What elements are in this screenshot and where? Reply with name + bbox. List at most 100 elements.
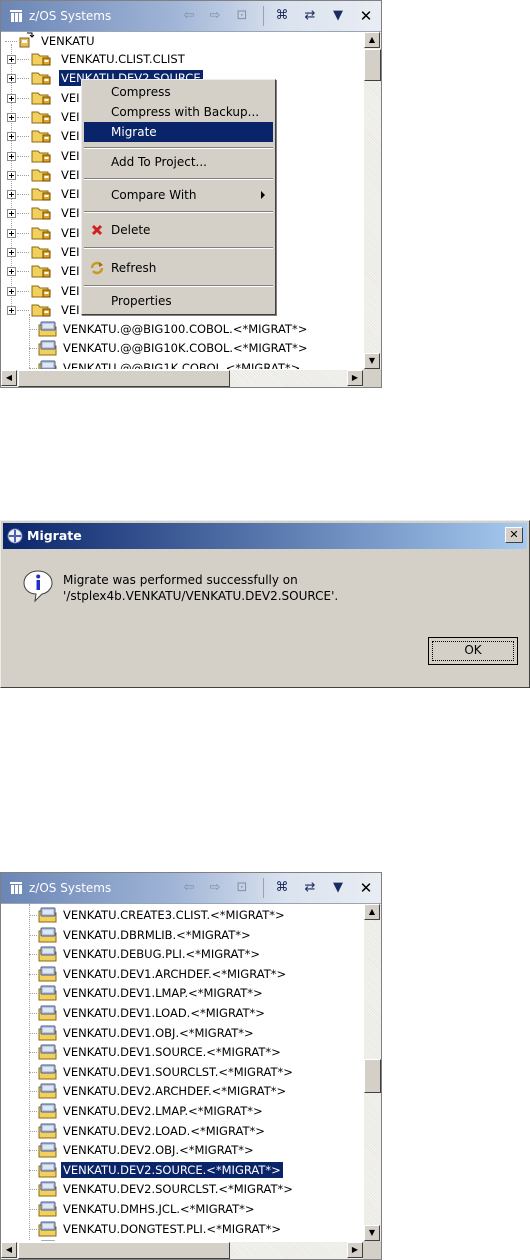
tree-item-migrated-dataset[interactable]: VENKATU.CREATE3.CLIST.<*MIGRAT*> bbox=[1, 906, 361, 924]
dataset-folder-icon bbox=[31, 150, 51, 163]
menu-item-label: Delete bbox=[111, 223, 151, 237]
tree-item-migrated-dataset[interactable]: VENKATU.DEV2.LOAD.<*MIGRAT*> bbox=[1, 1122, 361, 1140]
view-menu-chevron-down-icon[interactable]: ▼ bbox=[330, 880, 346, 896]
menu-item-compare-with[interactable]: Compare With bbox=[84, 185, 273, 205]
tree-connector bbox=[17, 98, 29, 99]
back-arrow-icon[interactable]: ⇦ bbox=[181, 8, 197, 24]
expand-plus-icon[interactable] bbox=[7, 267, 16, 276]
back-arrow-icon[interactable]: ⇦ bbox=[181, 880, 197, 896]
tree-item-migrated-dataset[interactable]: VENKATU.DMHS.JCL.<*MIGRAT*> bbox=[1, 1200, 361, 1218]
tree-item-migrated-dataset[interactable]: VENKATU.DEV1.OBJ.<*MIGRAT*> bbox=[1, 1024, 361, 1042]
tree-connector bbox=[17, 194, 29, 195]
tree-item-migrated-dataset[interactable]: VENKATU.DEV1.LMAP.<*MIGRAT*> bbox=[1, 984, 361, 1002]
tree-item-label: VENKATU.DEV1.LOAD.<*MIGRAT*> bbox=[63, 1006, 265, 1020]
view-menu-chevron-down-icon[interactable]: ▼ bbox=[330, 8, 346, 24]
forward-arrow-icon[interactable]: ⇨ bbox=[207, 8, 223, 24]
dataset-folder-icon bbox=[31, 207, 51, 220]
tree-item-migrated-dataset[interactable]: VENKATU.DW.ASSEMBLE.<*MIGRAT*> bbox=[1, 1239, 361, 1241]
expand-plus-icon[interactable] bbox=[7, 55, 16, 64]
tree-item-migrated-dataset[interactable]: VENKATU.DEV1.ARCHDEF.<*MIGRAT*> bbox=[1, 965, 361, 983]
forward-arrow-icon[interactable]: ⇨ bbox=[207, 880, 223, 896]
tree-item-label: VENKATU.DEV1.ARCHDEF.<*MIGRAT*> bbox=[63, 967, 287, 981]
tree-item-migrated-dataset[interactable]: VENKATU.DEV1.SOURCLST.<*MIGRAT*> bbox=[1, 1063, 361, 1081]
tree-item-migrated-dataset[interactable]: VENKATU.DEV1.SOURCE.<*MIGRAT*> bbox=[1, 1043, 361, 1061]
close-icon[interactable]: ✕ bbox=[358, 880, 374, 896]
horizontal-scrollbar[interactable]: ◀ ▶ bbox=[1, 370, 363, 387]
tree-item-migrated-dataset[interactable]: VENKATU.DEV2.SOURCE.<*MIGRAT*> bbox=[1, 1161, 361, 1179]
expand-plus-icon[interactable] bbox=[7, 248, 16, 257]
menu-item-compress[interactable]: Compress bbox=[84, 82, 273, 102]
menu-item-properties[interactable]: Properties bbox=[84, 291, 273, 311]
collapse-all-icon[interactable]: ⌘ bbox=[274, 880, 290, 896]
tree-root-row[interactable]: VENKATU bbox=[1, 32, 361, 50]
tree-item-migrated-dataset[interactable]: VENKATU.DEV2.ARCHDEF.<*MIGRAT*> bbox=[1, 1082, 361, 1100]
close-icon[interactable]: ✕ bbox=[358, 8, 374, 24]
scroll-down-button[interactable]: ▼ bbox=[364, 353, 380, 369]
scroll-down-button[interactable]: ▼ bbox=[364, 1225, 380, 1241]
expand-plus-icon[interactable] bbox=[7, 113, 16, 122]
go-up-icon[interactable]: ⊡ bbox=[234, 8, 250, 24]
tree-item-label: VEI bbox=[61, 149, 80, 163]
migrated-dataset-icon bbox=[38, 1064, 57, 1080]
tree-item-migrated-dataset[interactable]: VENKATU.DEBUG.PLI.<*MIGRAT*> bbox=[1, 945, 361, 963]
menu-item-delete[interactable]: Delete bbox=[84, 220, 273, 240]
scroll-up-button[interactable]: ▲ bbox=[364, 904, 380, 920]
expand-plus-icon[interactable] bbox=[7, 132, 16, 141]
menu-item-add-to-project[interactable]: Add To Project... bbox=[84, 152, 273, 172]
tree-item-label: VENKATU.@@BIG1K.COBOL.<*MIGRAT*> bbox=[63, 361, 301, 369]
tree-item-migrated-dataset[interactable]: VENKATU.DEV1.LOAD.<*MIGRAT*> bbox=[1, 1004, 361, 1022]
scroll-right-button[interactable]: ▶ bbox=[347, 370, 363, 386]
tree-connector bbox=[17, 271, 29, 272]
vertical-scrollbar[interactable]: ▲ ▼ bbox=[364, 32, 381, 369]
tree-item-dataset[interactable]: VENKATU.CLIST.CLIST bbox=[1, 50, 361, 68]
collapse-all-icon[interactable]: ⌘ bbox=[274, 8, 290, 24]
tree-item-migrated-dataset[interactable]: VENKATU.@@BIG10K.COBOL.<*MIGRAT*> bbox=[1, 339, 361, 357]
dataset-folder-icon bbox=[31, 169, 51, 182]
scroll-thumb-horizontal[interactable] bbox=[18, 370, 230, 387]
expand-plus-icon[interactable] bbox=[7, 229, 16, 238]
zos-systems-view-before: z/OS Systems ⇦ ⇨ ⊡ ⌘ ⇄ ▼ ✕ VENKATU VENKA… bbox=[0, 0, 382, 388]
tree-item-migrated-dataset[interactable]: VENKATU.DEV2.LMAP.<*MIGRAT*> bbox=[1, 1102, 361, 1120]
link-with-editor-icon[interactable]: ⇄ bbox=[302, 880, 318, 896]
scroll-right-button[interactable]: ▶ bbox=[347, 1242, 363, 1258]
scroll-thumb-horizontal[interactable] bbox=[18, 1242, 230, 1259]
scroll-up-button[interactable]: ▲ bbox=[364, 32, 380, 48]
expand-plus-icon[interactable] bbox=[7, 190, 16, 199]
dialog-close-button[interactable]: ✕ bbox=[505, 527, 523, 543]
menu-item-refresh[interactable]: Refresh bbox=[84, 258, 273, 278]
scroll-left-button[interactable]: ◀ bbox=[1, 1242, 17, 1258]
tree-item-migrated-dataset[interactable]: VENKATU.DEV2.OBJ.<*MIGRAT*> bbox=[1, 1141, 361, 1159]
link-with-editor-icon[interactable]: ⇄ bbox=[302, 8, 318, 24]
tree-item-label: VENKATU.DEV1.OBJ.<*MIGRAT*> bbox=[63, 1026, 254, 1040]
expand-plus-icon[interactable] bbox=[7, 74, 16, 83]
go-up-icon[interactable]: ⊡ bbox=[234, 880, 250, 896]
expand-plus-icon[interactable] bbox=[7, 152, 16, 161]
expand-plus-icon[interactable] bbox=[7, 306, 16, 315]
tree-item-migrated-dataset[interactable]: VENKATU.DBRMLIB.<*MIGRAT*> bbox=[1, 926, 361, 944]
focus-rectangle bbox=[432, 641, 514, 661]
tree-connector bbox=[29, 1072, 37, 1073]
scroll-thumb[interactable] bbox=[364, 49, 381, 81]
migrated-dataset-icon bbox=[38, 321, 57, 337]
menu-item-compress-with-backup[interactable]: Compress with Backup... bbox=[84, 102, 273, 122]
scroll-thumb[interactable] bbox=[364, 1059, 381, 1093]
tree-item-label: VEI bbox=[61, 226, 80, 240]
menu-item-migrate[interactable]: Migrate bbox=[84, 122, 273, 142]
tree-item-label: VENKATU.@@BIG100.COBOL.<*MIGRAT*> bbox=[63, 322, 308, 336]
migrated-dataset-icon bbox=[38, 1201, 57, 1217]
horizontal-scrollbar[interactable]: ◀ ▶ bbox=[1, 1242, 363, 1259]
tree-connector bbox=[17, 213, 29, 214]
tree-item-migrated-dataset[interactable]: VENKATU.DEV2.SOURCLST.<*MIGRAT*> bbox=[1, 1180, 361, 1198]
expand-plus-icon[interactable] bbox=[7, 209, 16, 218]
zos-systems-icon bbox=[10, 10, 22, 22]
expand-plus-icon[interactable] bbox=[7, 287, 16, 296]
tree-item-migrated-dataset[interactable]: VENKATU.DONGTEST.PLI.<*MIGRAT*> bbox=[1, 1220, 361, 1238]
tree-item-migrated-dataset[interactable]: VENKATU.@@BIG1K.COBOL.<*MIGRAT*> bbox=[1, 359, 361, 369]
view-title: z/OS Systems bbox=[29, 881, 112, 895]
scroll-left-button[interactable]: ◀ bbox=[1, 370, 17, 386]
tree-item-migrated-dataset[interactable]: VENKATU.@@BIG100.COBOL.<*MIGRAT*> bbox=[1, 320, 361, 338]
expand-plus-icon[interactable] bbox=[7, 171, 16, 180]
ok-button[interactable]: OK bbox=[428, 637, 518, 665]
expand-plus-icon[interactable] bbox=[7, 94, 16, 103]
vertical-scrollbar[interactable]: ▲ ▼ bbox=[364, 904, 381, 1241]
